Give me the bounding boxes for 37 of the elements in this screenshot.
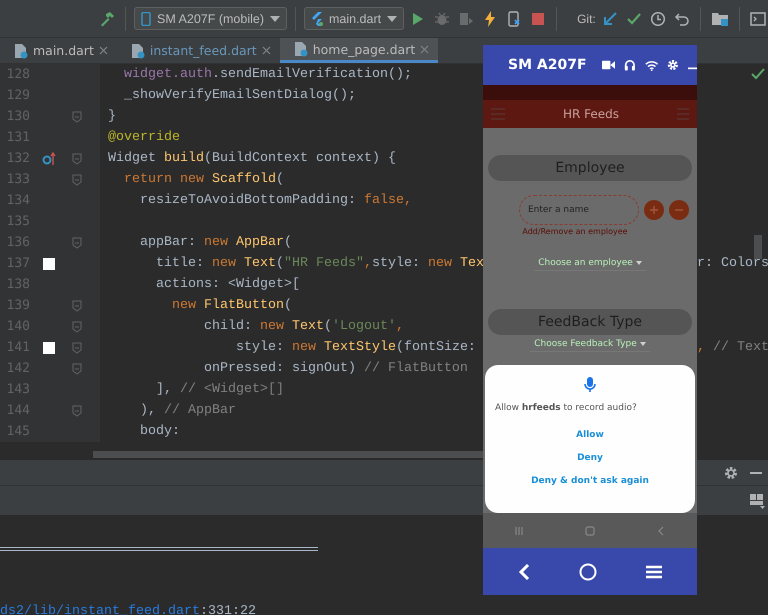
- code-line: r: Colors: [697, 256, 768, 271]
- helper-text: Add/Remove an employee: [522, 227, 628, 236]
- git-label: Git:: [577, 12, 596, 26]
- device-name: SM A207F: [508, 57, 587, 73]
- code-line: style: new TextStyle(fontSize:: [234, 340, 476, 355]
- code-line: @override: [108, 130, 180, 145]
- code-line: Widget build(BuildContext context) {: [108, 151, 396, 166]
- code-line: , // Text: [697, 340, 768, 355]
- code-line: child: new Text('Logout',: [202, 319, 404, 334]
- dialog-message: Allow hrfeeds to record audio?: [495, 403, 637, 413]
- code-line: title: new Text("HR Feeds",style: new Tex: [154, 256, 484, 271]
- app-title: HR Feeds: [562, 107, 620, 121]
- run-config-dropdown[interactable]: main.dart: [304, 7, 404, 30]
- dialog-button[interactable]: Allow: [576, 430, 604, 440]
- code-line: actions: <Widget>[: [154, 277, 300, 292]
- code-line: ], // <Widget>[]: [154, 382, 284, 397]
- code-line: return new Scaffold(: [122, 172, 284, 187]
- name-field[interactable]: Enter a name: [519, 195, 639, 225]
- code-line: widget.auth.sendEmailVerification();: [122, 67, 412, 82]
- editor-tab[interactable]: home_page.dart: [280, 38, 438, 63]
- code-line: resizeToAvoidBottomPadding: false,: [138, 193, 412, 208]
- editor-tab[interactable]: main.dart: [0, 38, 117, 63]
- device-dropdown[interactable]: SM A207F (mobile): [134, 7, 287, 30]
- code-line: new FlatButton(: [170, 298, 292, 313]
- code-line: _showVerifyEmailSentDialog();: [122, 88, 356, 103]
- code-line: appBar: new AppBar(: [138, 235, 292, 250]
- feedback-dropdown[interactable]: Choose Feedback Type: [530, 337, 650, 352]
- editor-tab[interactable]: instant_feed.dart: [116, 38, 280, 63]
- dialog-button[interactable]: Deny: [577, 453, 603, 463]
- dialog-button[interactable]: Deny & don't ask again: [531, 476, 649, 486]
- code-line: body:: [138, 424, 180, 439]
- section-heading: Employee: [488, 155, 692, 181]
- code-line: }: [108, 109, 116, 124]
- section-heading: FeedBack Type: [488, 309, 692, 335]
- code-line: ), // AppBar: [138, 403, 236, 418]
- employee-dropdown[interactable]: Choose an employee: [534, 256, 646, 271]
- code-line: onPressed: signOut) // FlatButton: [202, 361, 468, 376]
